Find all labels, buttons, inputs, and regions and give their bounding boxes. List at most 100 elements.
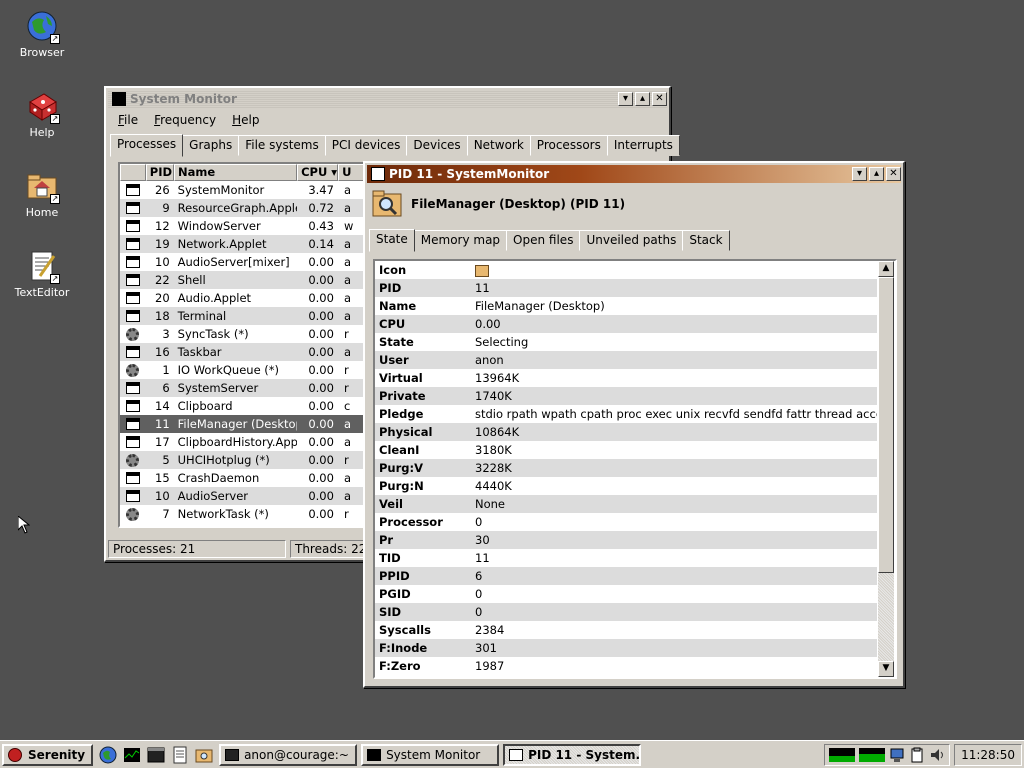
desktop-icon-home[interactable]: ↗ Home: [0, 170, 84, 219]
user-cell: r: [343, 381, 349, 395]
table-row[interactable]: 7 NetworkTask (*) 0.00 r: [120, 505, 366, 523]
clock[interactable]: 11:28:50: [954, 743, 1022, 766]
file-manager-quicklaunch-icon[interactable]: [195, 746, 213, 764]
state-scrollbar[interactable]: ▲ ▼: [878, 261, 894, 677]
pid-cell: 1: [162, 363, 170, 377]
pid-cell: 7: [162, 507, 170, 521]
desktop-icon-browser[interactable]: ↗ Browser: [0, 10, 84, 59]
network-icon[interactable]: [889, 747, 905, 763]
table-row[interactable]: 20 Audio.Applet 0.00 a: [120, 289, 366, 307]
desktop-icon-help[interactable]: ↗ Help: [0, 90, 84, 139]
col-user-header[interactable]: U: [338, 164, 366, 181]
desktop-icon-texteditor[interactable]: ↗ TextEditor: [0, 250, 84, 299]
dice-icon: ↗: [26, 90, 60, 124]
table-row[interactable]: 14 Clipboard 0.00 c: [120, 397, 366, 415]
tab-pci-devices[interactable]: PCI devices: [324, 135, 408, 156]
property-value: 1740K: [475, 389, 512, 403]
col-cpu-header[interactable]: CPU ▾: [297, 164, 339, 181]
table-row[interactable]: 10 AudioServer[mixer] 0.00 a: [120, 253, 366, 271]
tab-unveiled-paths[interactable]: Unveiled paths: [579, 230, 684, 251]
pid-cell: 26: [155, 183, 170, 197]
scroll-up-button[interactable]: ▲: [878, 261, 894, 277]
pid-window-titlebar[interactable]: PID 11 - SystemMonitor ▾ ▴ ✕: [367, 165, 901, 183]
task-label: System Monitor: [386, 747, 481, 762]
terminal-quicklaunch-icon[interactable]: [147, 746, 165, 764]
text-editor-quicklaunch-icon[interactable]: [171, 746, 189, 764]
property-key: Physical: [379, 425, 433, 439]
table-row[interactable]: 15 CrashDaemon 0.00 a: [120, 469, 366, 487]
tab-devices[interactable]: Devices: [406, 135, 468, 156]
table-row[interactable]: 16 Taskbar 0.00 a: [120, 343, 366, 361]
table-row[interactable]: 10 AudioServer 0.00 a: [120, 487, 366, 505]
system-monitor-titlebar[interactable]: System Monitor ▾ ▴ ✕: [108, 90, 667, 108]
task-pid-window[interactable]: PID 11 - System...: [503, 743, 642, 766]
cpu-cell: 0.00: [308, 489, 334, 503]
table-row[interactable]: 19 Network.Applet 0.14 a: [120, 235, 366, 253]
speaker-icon[interactable]: [929, 747, 945, 763]
col-pid-header[interactable]: PID: [145, 164, 175, 181]
col-name-header[interactable]: Name: [174, 164, 298, 181]
tab-state[interactable]: State: [369, 229, 415, 252]
col-icon-header[interactable]: [120, 164, 146, 181]
gear-icon: [120, 453, 146, 467]
cpu-cell: 0.00: [308, 399, 334, 413]
minimize-button[interactable]: ▾: [852, 167, 867, 181]
quick-launch: [99, 746, 213, 764]
memory-graph-applet[interactable]: [859, 747, 886, 762]
table-row[interactable]: 22 Shell 0.00 a: [120, 271, 366, 289]
table-row[interactable]: 17 ClipboardHistory.Applet 0.00 a: [120, 433, 366, 451]
browser-quicklaunch-icon[interactable]: [99, 746, 117, 764]
tab-processors[interactable]: Processors: [529, 135, 608, 156]
maximize-button[interactable]: ▴: [869, 167, 884, 181]
tab-graphs[interactable]: Graphs: [182, 135, 240, 156]
scroll-down-button[interactable]: ▼: [878, 661, 894, 677]
table-row[interactable]: 3 SyncTask (*) 0.00 r: [120, 325, 366, 343]
table-row[interactable]: 6 SystemServer 0.00 r: [120, 379, 366, 397]
clipboard-icon: [120, 436, 146, 448]
pid-cell: 18: [155, 309, 170, 323]
minimize-button[interactable]: ▾: [618, 92, 633, 106]
cpu-cell: 0.43: [308, 219, 334, 233]
table-row[interactable]: 18 Terminal 0.00 a: [120, 307, 366, 325]
tab-memory-map[interactable]: Memory map: [413, 230, 508, 251]
start-button[interactable]: Serenity: [2, 743, 94, 766]
cpu-cell: 0.00: [308, 255, 334, 269]
user-cell: a: [343, 489, 351, 503]
process-table-header: PID Name CPU ▾ U: [120, 164, 366, 181]
close-button[interactable]: ✕: [886, 167, 901, 181]
name-cell: SystemMonitor: [177, 183, 265, 197]
pid-cell: 16: [155, 345, 170, 359]
property-key: CleanI: [379, 443, 420, 457]
name-cell: IO WorkQueue (*): [177, 363, 280, 377]
tab-processes[interactable]: Processes: [110, 134, 184, 157]
task-terminal[interactable]: anon@courage:~: [219, 743, 358, 766]
table-row[interactable]: 12 WindowServer 0.43 w: [120, 217, 366, 235]
tab-interrupts[interactable]: Interrupts: [606, 135, 680, 156]
menu-file[interactable]: File: [110, 113, 146, 127]
table-row[interactable]: 26 SystemMonitor 3.47 a: [120, 181, 366, 199]
close-button[interactable]: ✕: [652, 92, 667, 106]
pid-cell: 10: [155, 255, 170, 269]
scroll-thumb[interactable]: [878, 277, 894, 573]
maximize-button[interactable]: ▴: [635, 92, 650, 106]
user-cell: a: [343, 201, 351, 215]
cpu-cell: 0.00: [308, 471, 334, 485]
system-monitor-quicklaunch-icon[interactable]: [123, 746, 141, 764]
tab-open-files[interactable]: Open files: [506, 230, 581, 251]
clipboard-icon[interactable]: [909, 747, 925, 763]
task-system-monitor[interactable]: System Monitor: [361, 743, 500, 766]
gear-icon: [120, 327, 146, 341]
tab-file-systems[interactable]: File systems: [238, 135, 326, 156]
cpu-graph-applet[interactable]: [829, 747, 856, 762]
property-key: Processor: [379, 515, 443, 529]
table-row[interactable]: 1 IO WorkQueue (*) 0.00 r: [120, 361, 366, 379]
tab-stack[interactable]: Stack: [682, 230, 730, 251]
table-row[interactable]: 5 UHCIHotplug (*) 0.00 r: [120, 451, 366, 469]
pid-cell: 3: [162, 327, 170, 341]
tab-network[interactable]: Network: [466, 135, 531, 156]
menu-help[interactable]: Help: [224, 113, 267, 127]
table-row[interactable]: 9 ResourceGraph.Applet 0.72 a: [120, 199, 366, 217]
table-row[interactable]: 11 FileManager (Desktop) 0.00 a: [120, 415, 366, 433]
window-title: System Monitor: [130, 92, 237, 106]
menu-frequency[interactable]: Frequency: [146, 113, 224, 127]
